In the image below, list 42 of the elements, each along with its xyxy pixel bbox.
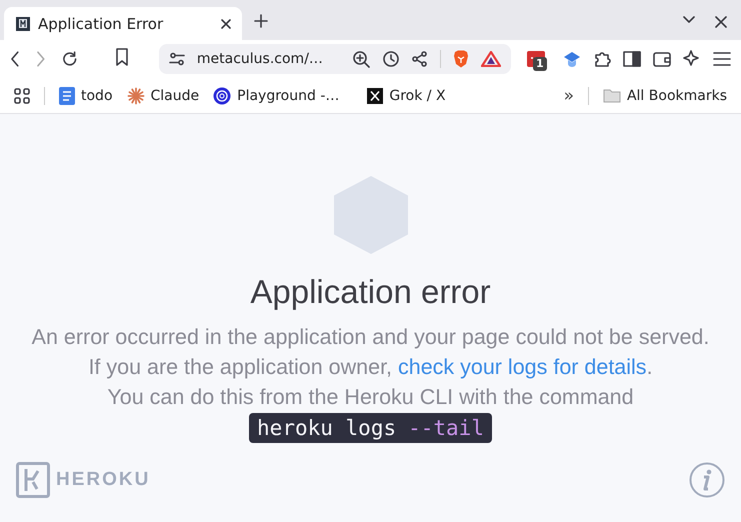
error-title: Application error [250,272,491,312]
error-message: An error occurred in the application and your page could not be served. If you are the application owner, check your logs for details. You can do this from the Heroku CLI with the command [30,324,710,411]
starburst-icon [126,86,145,104]
bookmark-item[interactable]: Claude [126,86,200,104]
notification-badge: 1 [533,57,547,71]
dropdown-caret-icon[interactable] [683,16,695,24]
zoom-icon[interactable] [352,50,370,68]
back-icon[interactable] [10,51,20,67]
x-logo-icon [367,88,384,104]
new-tab-icon[interactable] [254,14,268,28]
bookmark-item[interactable]: Grok / X [367,88,446,104]
bookmark-icon[interactable] [114,48,129,66]
share-icon[interactable] [412,51,428,67]
puzzle-icon[interactable] [593,50,611,68]
heroku-logo-icon [16,462,50,498]
reload-icon[interactable] [61,50,79,68]
triangle-icon[interactable] [480,51,501,67]
address-bar[interactable]: metaculus.com/… [158,44,511,74]
apps-grid-icon[interactable] [14,88,30,104]
site-favicon-icon [16,16,30,30]
bookmark-item[interactable]: Playground -… [213,86,340,104]
command-text: heroku logs [257,415,396,442]
bookmark-item[interactable]: todo [59,86,113,104]
more-bookmarks-button[interactable]: » [564,86,574,106]
menu-icon[interactable] [713,52,731,66]
sparkle-icon[interactable] [683,50,701,68]
all-bookmarks-button[interactable]: All Bookmarks [602,88,727,104]
spiral-logo-icon [213,86,232,104]
hexagon-icon [334,176,408,254]
wallet-icon[interactable] [653,51,671,67]
graduation-cap-icon[interactable] [563,50,581,68]
lion-shield-icon[interactable] [452,50,469,68]
close-window-icon[interactable] [715,16,727,28]
close-tab-icon[interactable] [220,18,232,30]
document-icon [59,86,75,104]
site-settings-icon [168,52,185,66]
sidebar-icon[interactable] [623,51,641,67]
history-icon[interactable] [382,50,400,68]
browser-tab[interactable]: Application Error [4,7,242,40]
brand-name: HEROKU [56,469,150,491]
folder-icon [602,88,621,103]
flag-text: --tail [408,415,484,442]
